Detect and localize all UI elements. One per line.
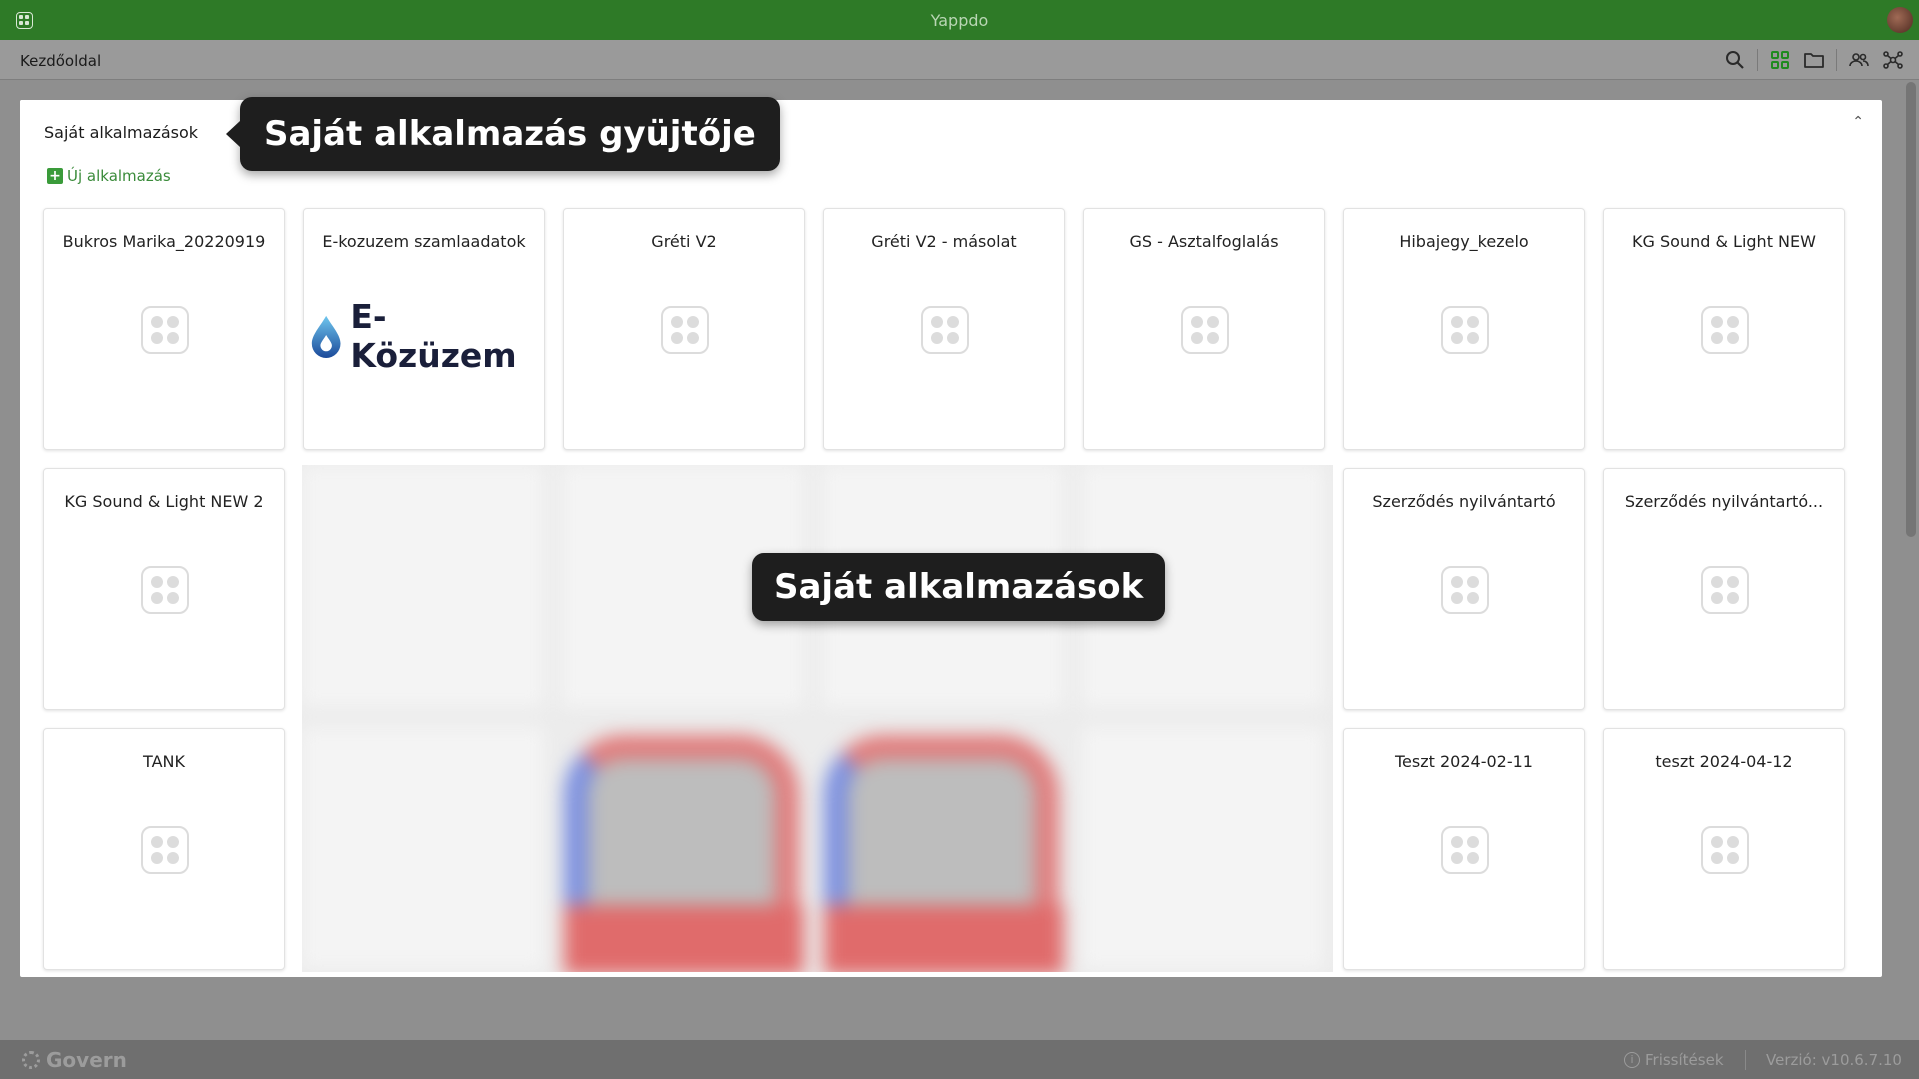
vertical-scrollbar[interactable] <box>1903 80 1919 1040</box>
new-app-button[interactable]: + Új alkalmazás <box>47 167 171 185</box>
updates-label: Frissítések <box>1645 1051 1724 1069</box>
app-placeholder-icon <box>1181 306 1229 354</box>
users-icon[interactable] <box>1847 48 1871 72</box>
app-card[interactable]: Gréti V2 - másolat <box>823 208 1065 450</box>
app-placeholder-icon <box>921 306 969 354</box>
app-placeholder-icon <box>1441 566 1489 614</box>
app-card[interactable]: KG Sound & Light NEW <box>1603 208 1845 450</box>
scrollbar-thumb[interactable] <box>1906 82 1916 537</box>
app-card-title: Hibajegy_kezelo <box>1399 232 1529 251</box>
tooltip-collector: Saját alkalmazás gyüjtője <box>226 97 780 171</box>
network-icon[interactable] <box>1881 48 1905 72</box>
app-card-title: Szerződés nyilvántartó <box>1372 492 1556 511</box>
version-label: Verzió: v10.6.7.10 <box>1766 1051 1902 1069</box>
app-card[interactable]: Szerződés nyilvántartó <box>1343 468 1585 710</box>
app-card[interactable]: KG Sound & Light NEW 2 <box>43 468 285 710</box>
app-card[interactable]: Szerződés nyilvántartó... <box>1603 468 1845 710</box>
tab-my-apps-label: Saját alkalmazások <box>44 122 199 142</box>
info-icon: i <box>1624 1052 1640 1068</box>
app-card[interactable]: Gréti V2 <box>563 208 805 450</box>
brand: Govern <box>22 1048 127 1072</box>
app-card-title: Gréti V2 <box>651 232 717 251</box>
search-icon[interactable] <box>1723 48 1747 72</box>
toolbar: Kezdőoldal <box>0 40 1919 80</box>
grid-view-icon[interactable] <box>1768 48 1792 72</box>
collapse-toggle[interactable]: ⌃ <box>1852 114 1864 130</box>
app-card[interactable]: Hibajegy_kezelo <box>1343 208 1585 450</box>
toolbar-divider <box>1836 49 1837 71</box>
app-card-title: GS - Asztalfoglalás <box>1129 232 1279 251</box>
app-card-title: KG Sound & Light NEW <box>1632 232 1816 251</box>
blurred-content <box>302 465 1333 972</box>
app-card[interactable]: teszt 2024-04-12 <box>1603 728 1845 970</box>
app-placeholder-icon <box>141 566 189 614</box>
new-app-label: Új alkalmazás <box>67 167 171 185</box>
app-card-title: E-kozuzem szamlaadatok <box>322 232 526 251</box>
app-card-title: Teszt 2024-02-11 <box>1395 752 1533 771</box>
app-card-title: Gréti V2 - másolat <box>871 232 1017 251</box>
app-logo: E-Közüzem <box>308 297 544 375</box>
water-drop-icon <box>311 315 341 358</box>
app-placeholder-icon <box>661 306 709 354</box>
app-card[interactable]: TANK <box>43 728 285 970</box>
app-card-title: teszt 2024-04-12 <box>1655 752 1793 771</box>
app-card-title: Bukros Marika_20220919 <box>62 232 266 251</box>
brand-name: Govern <box>46 1048 127 1072</box>
toolbar-divider <box>1757 49 1758 71</box>
app-card-title: KG Sound & Light NEW 2 <box>64 492 264 511</box>
updates-link[interactable]: i Frissítések <box>1624 1051 1724 1069</box>
app-placeholder-icon <box>141 306 189 354</box>
breadcrumb[interactable]: Kezdőoldal <box>20 52 101 70</box>
app-placeholder-icon <box>141 826 189 874</box>
app-card[interactable]: GS - Asztalfoglalás <box>1083 208 1325 450</box>
app-card-title: TANK <box>143 752 185 771</box>
app-placeholder-icon <box>1441 306 1489 354</box>
tooltip-my-apps: Saját alkalmazások <box>752 553 1166 621</box>
folder-icon[interactable] <box>1802 48 1826 72</box>
app-card[interactable]: Teszt 2024-02-11 <box>1343 728 1585 970</box>
status-divider <box>1745 1050 1746 1070</box>
avatar[interactable] <box>1887 7 1913 33</box>
app-card[interactable]: E-kozuzem szamlaadatok E-Közüzem <box>303 208 545 450</box>
title-bar: Yappdo <box>0 0 1919 40</box>
app-card[interactable]: Bukros Marika_20220919 <box>43 208 285 450</box>
gear-logo-icon <box>22 1051 40 1069</box>
app-card-title: Szerződés nyilvántartó... <box>1624 492 1824 511</box>
app-placeholder-icon <box>1441 826 1489 874</box>
app-title: Yappdo <box>930 11 989 30</box>
blurred-region <box>302 465 1333 972</box>
app-placeholder-icon <box>1701 566 1749 614</box>
app-placeholder-icon <box>1701 826 1749 874</box>
status-bar: Govern i Frissítések Verzió: v10.6.7.10 <box>0 1040 1919 1079</box>
app-placeholder-icon <box>1701 306 1749 354</box>
tab-my-apps[interactable]: Saját alkalmazások <box>20 100 226 164</box>
toolbar-actions <box>1723 48 1905 72</box>
logo-text: E-Közüzem <box>350 297 517 375</box>
plus-icon: + <box>47 168 63 184</box>
